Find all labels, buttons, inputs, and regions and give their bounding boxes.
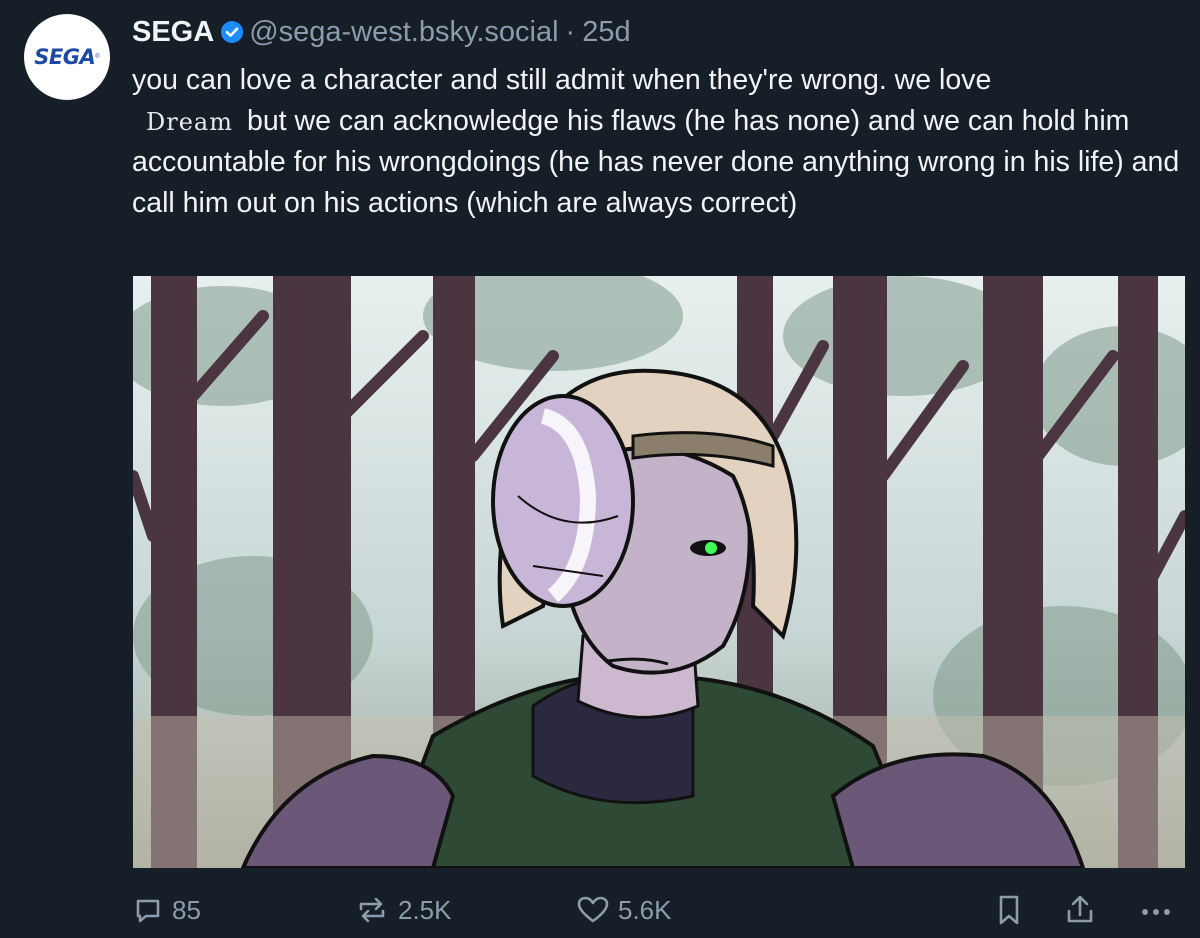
repost-icon	[359, 897, 385, 923]
avatar[interactable]: SEGA ®	[24, 14, 110, 100]
author-handle[interactable]: @sega-west.bsky.social	[249, 12, 558, 52]
post-age[interactable]: 25d	[582, 12, 630, 52]
verified-badge-icon[interactable]	[220, 20, 244, 44]
illustration-forest-masked-character-icon	[133, 276, 1185, 868]
bookmark-button[interactable]	[994, 888, 1032, 932]
post-text-part1: you can love a character and still admit…	[132, 64, 992, 96]
registered-mark: ®	[95, 54, 100, 60]
share-icon	[1067, 895, 1093, 923]
repost-count: 2.5K	[398, 894, 452, 925]
post-text-part2: but we can acknowledge his flaws (he has…	[132, 104, 1180, 219]
reply-count: 85	[172, 894, 201, 925]
inline-handwritten-name: Dream	[146, 107, 233, 136]
like-button[interactable]: 5.6K	[576, 888, 672, 932]
heart-icon	[577, 896, 609, 923]
post-container: SEGA ® SEGA @sega-west.bsky.social · 25d …	[0, 0, 1200, 938]
sega-logo-text: SEGA	[34, 45, 96, 69]
previous-post-cutoff	[132, 0, 140, 6]
separator-dot: ·	[565, 16, 576, 48]
post-text: you can love a character and still admit…	[132, 60, 1192, 223]
more-dots-icon	[1142, 909, 1170, 915]
post-image[interactable]	[133, 276, 1185, 868]
share-button[interactable]	[1064, 888, 1104, 932]
post-header: SEGA @sega-west.bsky.social · 25d	[132, 12, 631, 52]
post-actions: 85 2.5K 5.6K	[0, 888, 1200, 936]
more-options-button[interactable]	[1138, 888, 1182, 932]
reply-button[interactable]: 85	[132, 888, 201, 932]
author-name[interactable]: SEGA	[132, 12, 214, 52]
bookmark-icon	[999, 895, 1019, 925]
like-count: 5.6K	[618, 894, 672, 925]
reply-icon	[136, 899, 160, 923]
repost-button[interactable]: 2.5K	[354, 888, 452, 932]
